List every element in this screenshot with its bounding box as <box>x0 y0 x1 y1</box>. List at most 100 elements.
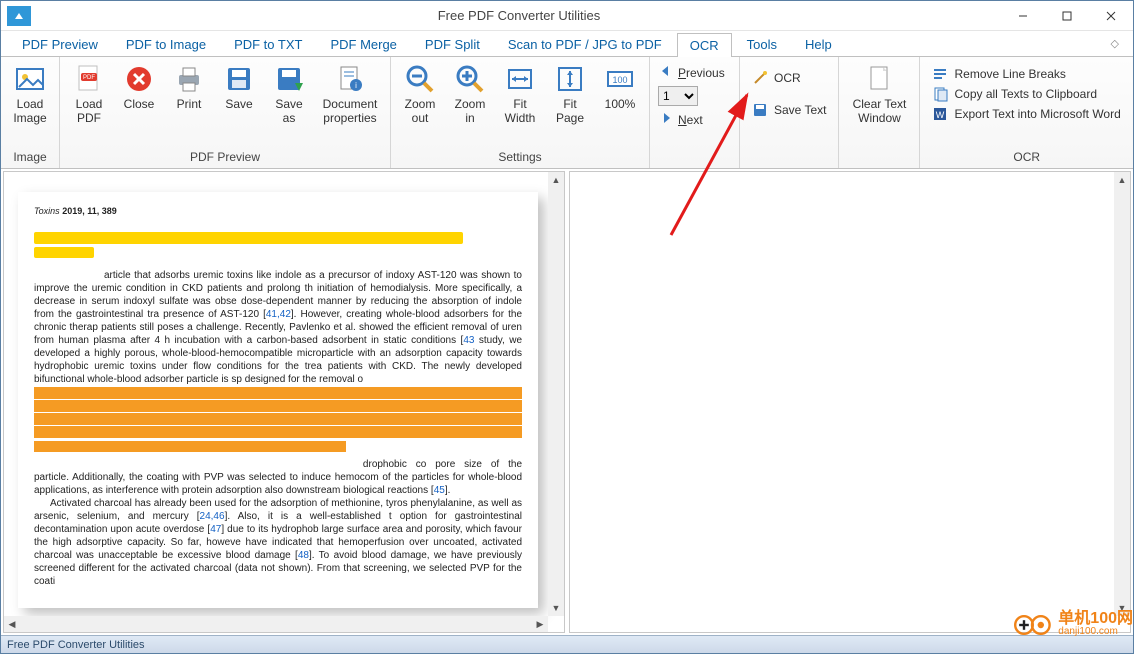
doc-props-icon: i <box>334 63 366 95</box>
maximize-button[interactable] <box>1045 1 1089 31</box>
group-clear-text: Clear Text Window <box>839 57 920 168</box>
group-ocr-actions: OCR Save Text <box>740 57 839 168</box>
clear-text-label: Clear Text Window <box>853 97 907 125</box>
scrollbar-horizontal[interactable]: ◀▶ <box>4 616 548 632</box>
pdf-preview-pane: Toxins 2019, 11, 389 xxxxxxxxxxxxxxartic… <box>3 171 565 633</box>
load-image-button[interactable]: Load Image <box>5 61 55 127</box>
ribbon: Load Image Image PDF Load PDF Close Prin… <box>1 57 1133 169</box>
group-ocr-title: OCR <box>924 150 1129 166</box>
arrow-left-icon <box>658 63 674 82</box>
printer-icon <box>173 63 205 95</box>
document-blank-icon <box>863 63 895 95</box>
pdf-document: Toxins 2019, 11, 389 xxxxxxxxxxxxxxartic… <box>18 192 538 608</box>
doc-props-label: Document properties <box>323 97 378 125</box>
tab-ocr[interactable]: OCR <box>677 33 732 57</box>
floppy-icon <box>223 63 255 95</box>
hundred-icon: 100 <box>604 63 636 95</box>
zoom-in-button[interactable]: Zoom in <box>445 61 495 127</box>
tab-pdf-to-image[interactable]: PDF to Image <box>113 32 219 56</box>
tab-tools[interactable]: Tools <box>734 32 790 56</box>
arrow-right-icon <box>658 110 674 129</box>
fit-page-icon <box>554 63 586 95</box>
titlebar: Free PDF Converter Utilities <box>1 1 1133 31</box>
group-pdf-preview: PDF Load PDF Close Print Save Save as i <box>60 57 391 168</box>
svg-text:100: 100 <box>612 75 627 85</box>
scrollbar-vertical[interactable]: ▲▼ <box>548 172 564 616</box>
group-image: Load Image Image <box>1 57 60 168</box>
pdf-file-icon: PDF <box>73 63 105 95</box>
zoom-100-button[interactable]: 100 100% <box>595 61 645 113</box>
zoom-out-label: Zoom out <box>405 97 436 125</box>
close-label: Close <box>124 97 155 111</box>
group-settings: Zoom out Zoom in Fit Width Fit Page 100 … <box>391 57 650 168</box>
load-pdf-label: Load PDF <box>76 97 103 125</box>
copy-clipboard-button[interactable]: Copy all Texts to Clipboard <box>928 85 1125 103</box>
save-text-button[interactable]: Save Text <box>748 101 830 119</box>
tab-pdf-preview[interactable]: PDF Preview <box>9 32 111 56</box>
clear-text-button[interactable]: Clear Text Window <box>843 61 915 127</box>
save-button[interactable]: Save <box>214 61 264 113</box>
group-image-title: Image <box>5 150 55 166</box>
next-button[interactable]: Next <box>654 108 735 131</box>
ocr-text-pane[interactable]: ▲▼ <box>569 171 1131 633</box>
print-button[interactable]: Print <box>164 61 214 113</box>
minimize-button[interactable] <box>1001 1 1045 31</box>
group-nav: Previous 1 Next <box>650 57 740 168</box>
copy-clipboard-label: Copy all Texts to Clipboard <box>954 87 1097 101</box>
ocr-label: OCR <box>774 71 801 85</box>
zoom-100-label: 100% <box>605 97 636 111</box>
tab-pdf-to-txt[interactable]: PDF to TXT <box>221 32 315 56</box>
page-select[interactable]: 1 <box>658 86 698 106</box>
app-icon <box>7 6 31 26</box>
scrollbar-vertical-right[interactable]: ▲▼ <box>1114 172 1130 616</box>
load-image-label: Load Image <box>13 97 46 125</box>
zoom-out-icon <box>404 63 436 95</box>
fit-page-button[interactable]: Fit Page <box>545 61 595 127</box>
zoom-in-label: Zoom in <box>455 97 486 125</box>
floppy-arrow-icon <box>273 63 305 95</box>
fit-width-button[interactable]: Fit Width <box>495 61 545 127</box>
clipboard-icon <box>932 86 948 102</box>
save-label: Save <box>225 97 252 111</box>
next-label: Next <box>678 113 703 127</box>
save-text-icon <box>752 102 768 118</box>
close-circle-icon <box>123 63 155 95</box>
wand-icon <box>752 70 768 86</box>
save-as-button[interactable]: Save as <box>264 61 314 127</box>
svg-text:PDF: PDF <box>83 75 95 81</box>
remove-line-breaks-label: Remove Line Breaks <box>954 67 1065 81</box>
ribbon-tabs: PDF Preview PDF to Image PDF to TXT PDF … <box>1 31 1133 57</box>
remove-line-breaks-button[interactable]: Remove Line Breaks <box>928 65 1125 83</box>
close-button-ribbon[interactable]: Close <box>114 61 164 113</box>
print-label: Print <box>177 97 202 111</box>
tab-help[interactable]: Help <box>792 32 845 56</box>
statusbar-text: Free PDF Converter Utilities <box>7 639 145 651</box>
svg-text:i: i <box>355 81 357 90</box>
image-icon <box>14 63 46 95</box>
svg-text:W: W <box>936 110 945 120</box>
ribbon-collapse-icon[interactable]: ◇ <box>1111 37 1119 50</box>
zoom-in-icon <box>454 63 486 95</box>
statusbar: Free PDF Converter Utilities <box>1 635 1133 653</box>
save-as-label: Save as <box>275 97 302 125</box>
fit-width-label: Fit Width <box>505 97 536 125</box>
zoom-out-button[interactable]: Zoom out <box>395 61 445 127</box>
word-icon: W <box>932 106 948 122</box>
ocr-button[interactable]: OCR <box>748 69 830 87</box>
tab-scan[interactable]: Scan to PDF / JPG to PDF <box>495 32 675 56</box>
load-pdf-button[interactable]: PDF Load PDF <box>64 61 114 127</box>
export-word-label: Export Text into Microsoft Word <box>954 107 1120 121</box>
tab-pdf-merge[interactable]: PDF Merge <box>317 32 409 56</box>
export-word-button[interactable]: W Export Text into Microsoft Word <box>928 105 1125 123</box>
group-settings-title: Settings <box>395 150 645 166</box>
lines-icon <box>932 66 948 82</box>
previous-button[interactable]: Previous <box>654 61 735 84</box>
close-button[interactable] <box>1089 1 1133 31</box>
save-text-label: Save Text <box>774 103 826 117</box>
document-properties-button[interactable]: i Document properties <box>314 61 386 127</box>
window-controls <box>1001 1 1133 31</box>
workspace: Toxins 2019, 11, 389 xxxxxxxxxxxxxxartic… <box>1 169 1133 635</box>
previous-label: Previous <box>678 66 725 80</box>
tab-pdf-split[interactable]: PDF Split <box>412 32 493 56</box>
fit-page-label: Fit Page <box>556 97 584 125</box>
